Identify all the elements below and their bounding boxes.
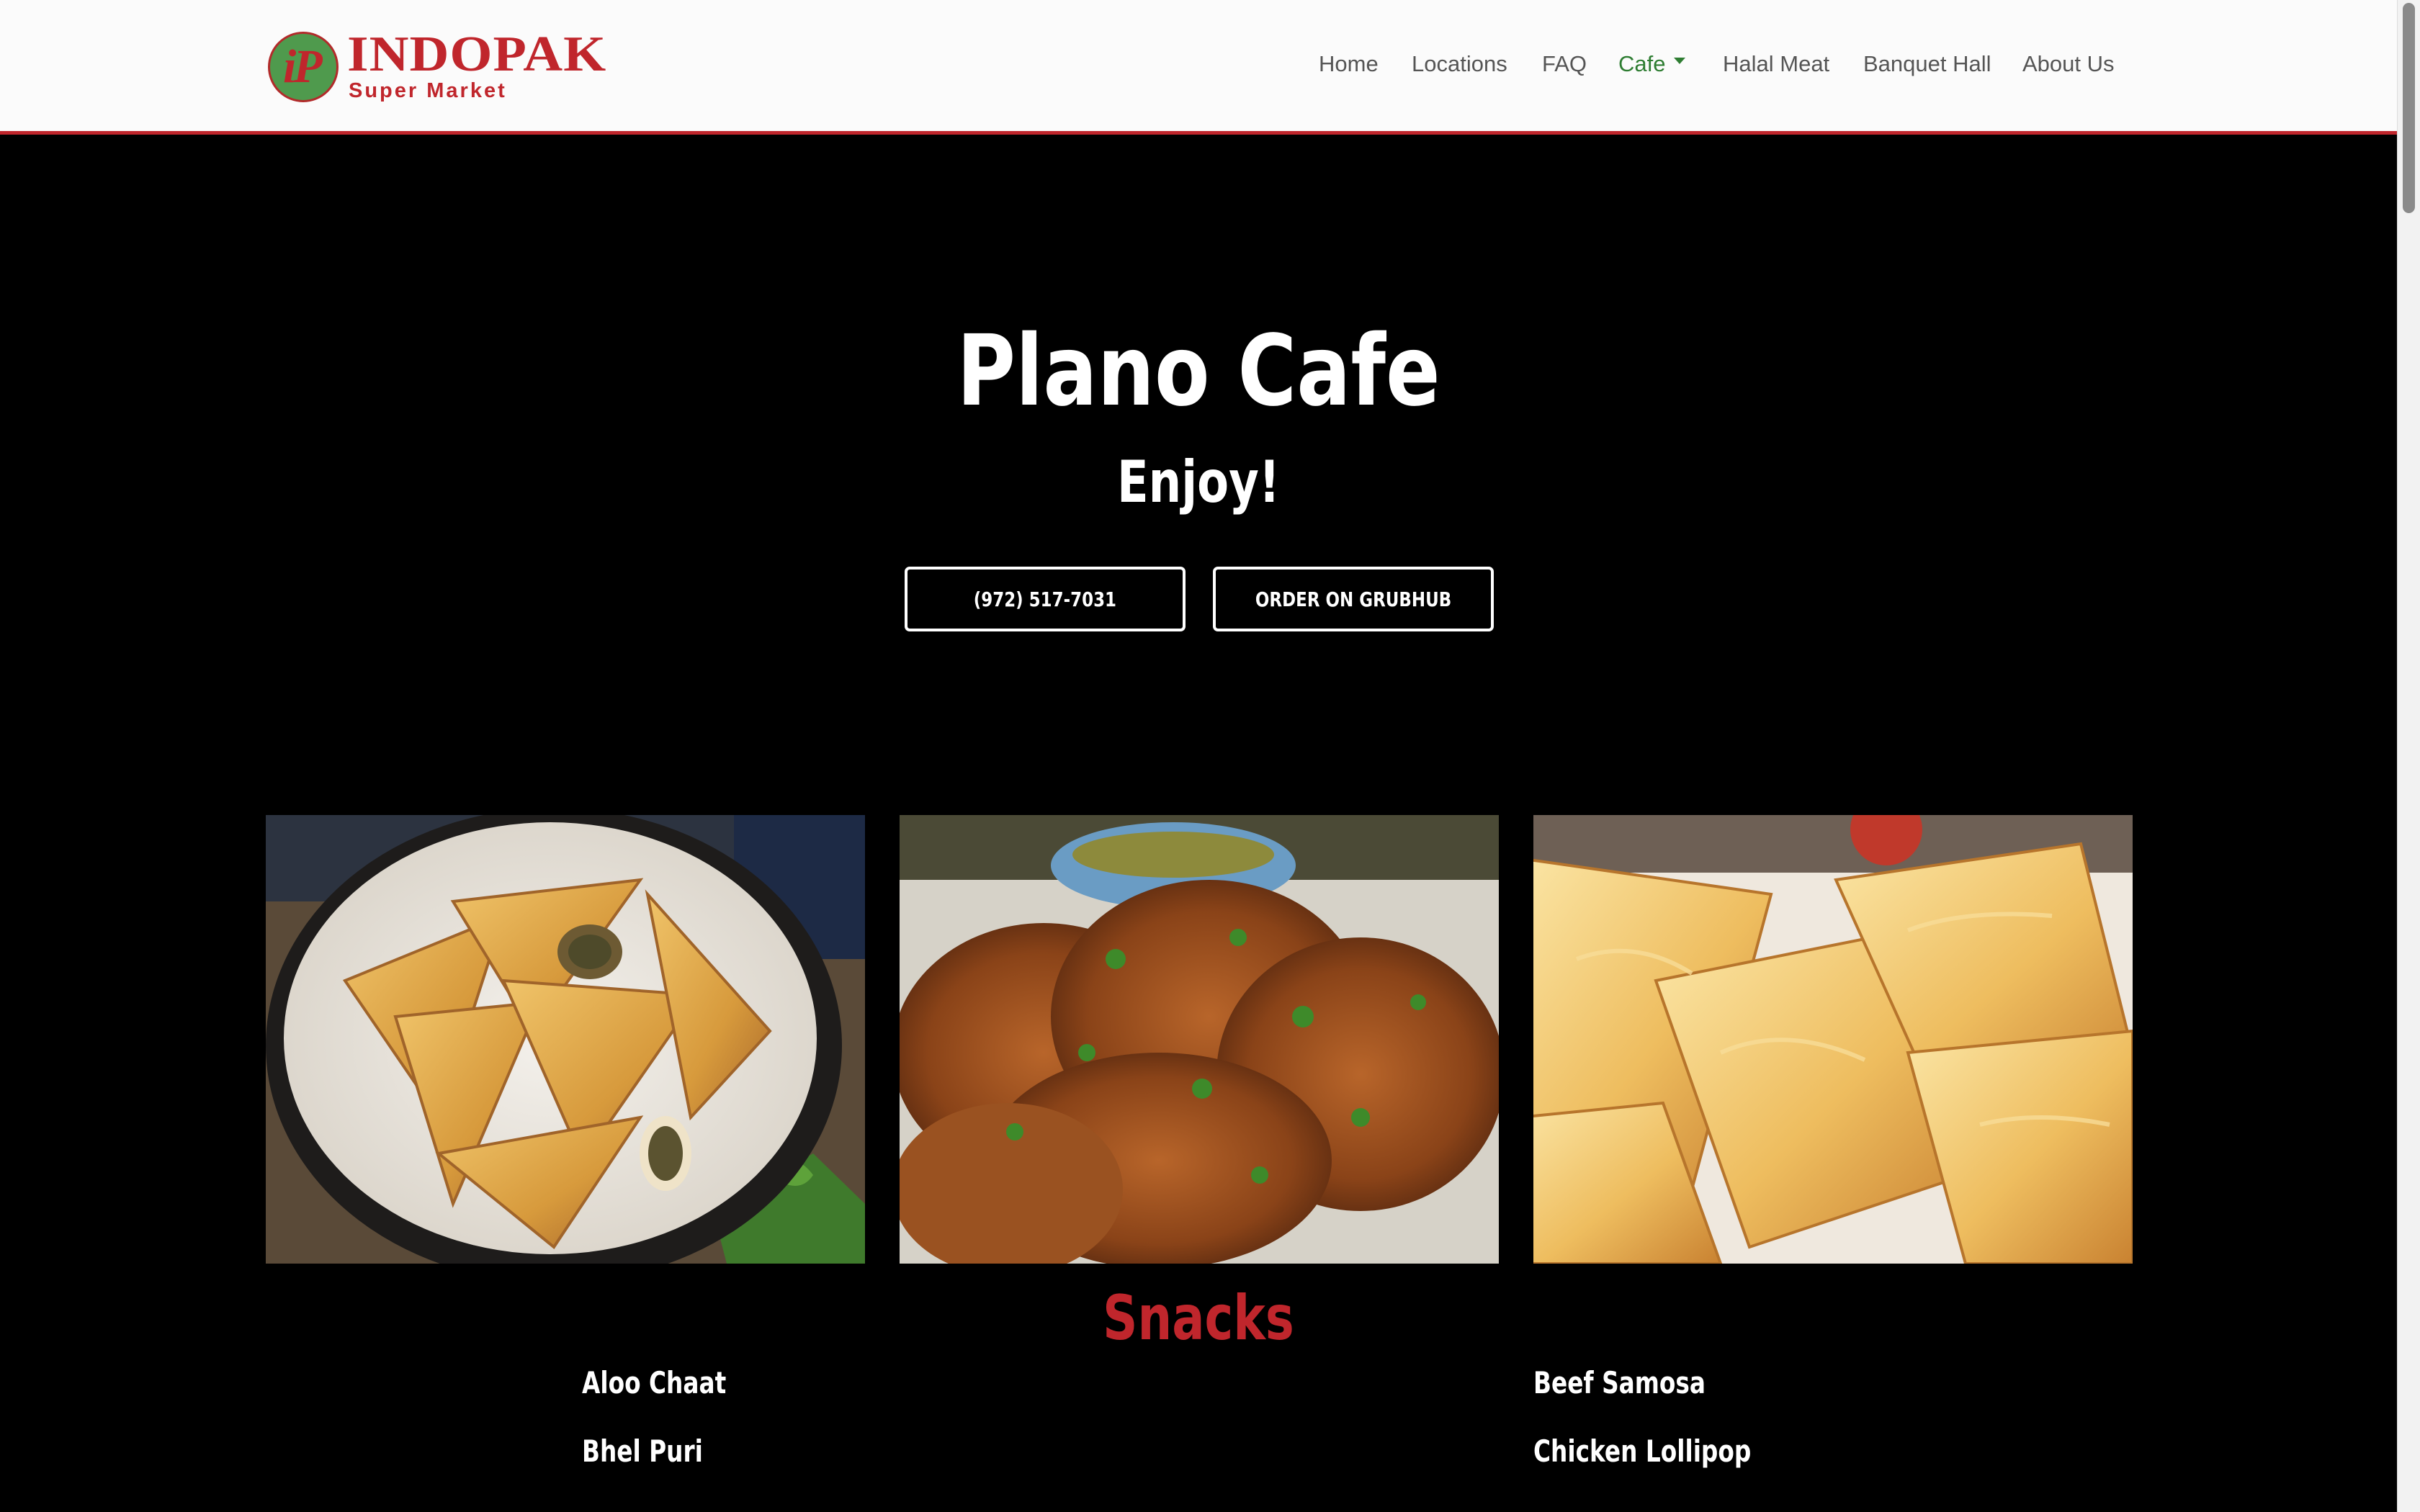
menu-item: Aloo Chaat [582, 1365, 727, 1400]
snacks-heading: Snacks [1103, 1282, 1294, 1354]
order-grubhub-button[interactable]: ORDER ON GRUBHUB [1213, 567, 1494, 631]
nav-home[interactable]: Home [1319, 46, 1379, 82]
logo-name: INDOPAK [347, 26, 607, 82]
vertical-scrollbar[interactable] [2397, 0, 2420, 1512]
samosa-photo [266, 815, 865, 1264]
brand-logo[interactable]: iP INDOPAK Super Market [268, 29, 606, 107]
call-phone-button[interactable]: (972) 517-7031 [905, 567, 1186, 631]
chevron-down-icon [1674, 58, 1686, 65]
page: iP INDOPAK Super Market Home Locations F… [0, 0, 2420, 1512]
logo-badge: iP [268, 32, 339, 102]
nav-halal-meat[interactable]: Halal Meat [1723, 46, 1829, 82]
logo-tagline: Super Market [349, 79, 507, 102]
pakora-photo [900, 815, 1499, 1264]
nav-banquet-hall[interactable]: Banquet Hall [1863, 46, 1991, 82]
call-phone-label: (972) 517-7031 [973, 587, 1117, 611]
nav-about-us[interactable]: About Us [2022, 46, 2115, 82]
top-navbar: iP INDOPAK Super Market Home Locations F… [0, 0, 2397, 135]
nav-locations[interactable]: Locations [1412, 46, 1507, 82]
nav-cafe-label: Cafe [1618, 51, 1666, 76]
scrollbar-thumb[interactable] [2403, 3, 2415, 213]
nav-faq[interactable]: FAQ [1542, 46, 1587, 82]
menu-item: Chicken Lollipop [1533, 1434, 1752, 1469]
order-grubhub-label: ORDER ON GRUBHUB [1255, 587, 1452, 611]
logo-initials: iP [283, 40, 323, 93]
page-title: Plano Cafe [956, 315, 1440, 428]
menu-item: Bhel Puri [582, 1434, 703, 1469]
patty-photo [1533, 815, 2133, 1264]
nav-cafe-dropdown[interactable]: Cafe [1618, 46, 1686, 82]
page-subtitle: Enjoy! [1116, 449, 1281, 516]
menu-item: Beef Samosa [1533, 1365, 1706, 1400]
